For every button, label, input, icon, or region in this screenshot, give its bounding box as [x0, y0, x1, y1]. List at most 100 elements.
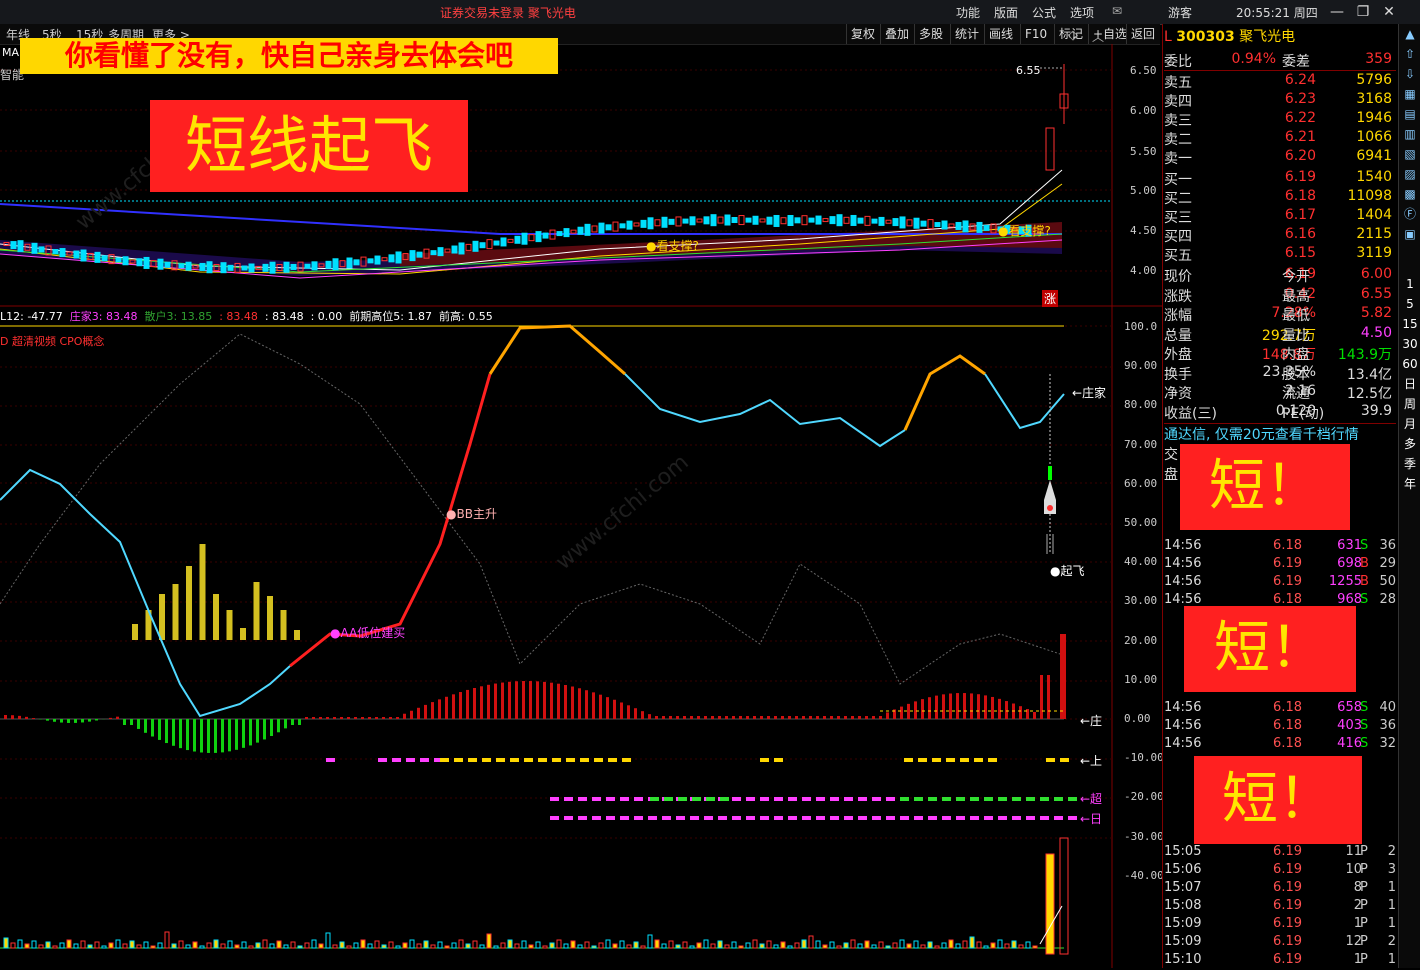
- volume-bar: [529, 945, 533, 948]
- price-tick: 6.50: [1130, 64, 1157, 77]
- btn-huaxian[interactable]: 画线: [984, 24, 1017, 44]
- period-side-item[interactable]: 日: [1399, 374, 1420, 394]
- green-bar: [242, 719, 245, 748]
- volume-bar: [620, 941, 624, 948]
- candle: [431, 251, 436, 255]
- period-side-item[interactable]: 年: [1399, 474, 1420, 494]
- volume-bar: [291, 942, 295, 948]
- green-bar: [95, 719, 98, 720]
- menu-function[interactable]: 功能: [956, 4, 980, 21]
- signal-dash: [732, 816, 741, 820]
- btn-diejia[interactable]: 叠加: [880, 24, 913, 44]
- volume-bar: [858, 944, 862, 948]
- red-bar: [718, 716, 721, 719]
- volume-bar: [298, 946, 302, 948]
- period-side-item[interactable]: 60: [1399, 354, 1420, 374]
- volume-bar: [515, 944, 519, 948]
- right-label-zhuang: ←庄: [1080, 712, 1102, 729]
- volume-bar: [963, 941, 967, 948]
- menu-formula[interactable]: 公式: [1032, 4, 1056, 21]
- red-bar: [571, 687, 574, 719]
- chevron-up-icon[interactable]: ︿: [1092, 28, 1104, 45]
- bid-row[interactable]: 买三6.171404: [1164, 207, 1396, 226]
- bid-row[interactable]: 买四6.162115: [1164, 226, 1396, 245]
- right-label-chao: ←超: [1080, 790, 1102, 807]
- bid-row[interactable]: 买五6.153119: [1164, 245, 1396, 264]
- tick-row: 15:096.1912P2: [1164, 934, 1396, 952]
- red-bar: [816, 716, 819, 719]
- mail-icon[interactable]: ✉: [1112, 4, 1122, 18]
- candle: [935, 223, 940, 227]
- ask-row[interactable]: 卖四6.233168: [1164, 91, 1396, 110]
- ask-row[interactable]: 卖一6.206941: [1164, 148, 1396, 167]
- red-bar: [837, 716, 840, 719]
- bid-row[interactable]: 买二6.1811098: [1164, 188, 1396, 207]
- promo-link[interactable]: 通达信, 仅需20元查看千档行情: [1164, 423, 1396, 444]
- candle: [32, 243, 37, 253]
- period-side-item[interactable]: 周: [1399, 394, 1420, 414]
- bid-row[interactable]: 买一6.191540: [1164, 169, 1396, 188]
- volume-bar: [1026, 942, 1030, 948]
- red-bar: [872, 716, 875, 719]
- yellow-bar: [240, 628, 246, 640]
- volume-bar: [809, 936, 813, 948]
- volume-bar: [886, 946, 890, 948]
- period-side-item[interactable]: 30: [1399, 334, 1420, 354]
- volume-bar: [74, 944, 78, 948]
- volume-bar: [627, 945, 631, 948]
- tool-icons[interactable]: ▲⇧⇩▦▤▥▧▨▩Ⓕ▣: [1399, 24, 1420, 274]
- candle: [606, 225, 611, 230]
- candle: [53, 250, 58, 254]
- red-bar: [550, 683, 553, 719]
- btn-duogu[interactable]: 多股: [914, 24, 947, 44]
- candle: [445, 249, 450, 252]
- green-bar: [186, 719, 189, 750]
- red-bar: [704, 716, 707, 719]
- green-bar: [46, 719, 49, 721]
- red-bar: [620, 702, 623, 719]
- menu-options[interactable]: 选项: [1070, 4, 1094, 21]
- restore-icon[interactable]: ❐: [1352, 2, 1374, 22]
- indicator-tick: -10.00: [1124, 751, 1164, 764]
- diamond-icon[interactable]: ◇: [1068, 28, 1078, 43]
- btn-back[interactable]: 返回: [1126, 24, 1159, 44]
- candle: [501, 238, 506, 246]
- btn-f10[interactable]: F10: [1020, 24, 1051, 44]
- candle: [102, 256, 107, 261]
- period-side-item[interactable]: 多: [1399, 434, 1420, 454]
- red-bar: [613, 700, 616, 719]
- red-bar: [984, 695, 987, 719]
- volume-bar: [193, 942, 197, 948]
- ask-row[interactable]: 卖五6.245796: [1164, 72, 1396, 91]
- period-side-item[interactable]: 15: [1399, 314, 1420, 334]
- stat-row: 总量292.7万量比4.50: [1164, 325, 1396, 344]
- signal-dash: [634, 797, 643, 801]
- signal-dash: [1054, 797, 1063, 801]
- candle: [480, 243, 485, 248]
- period-side-item[interactable]: 1: [1399, 274, 1420, 294]
- period-side-item[interactable]: 月: [1399, 414, 1420, 434]
- menu-layout[interactable]: 版面: [994, 4, 1018, 21]
- signal-dash: [620, 797, 629, 801]
- red-bar: [438, 699, 441, 719]
- volume-bar: [536, 942, 540, 948]
- ask-row[interactable]: 卖二6.211066: [1164, 129, 1396, 148]
- candle: [396, 252, 401, 263]
- close-icon[interactable]: ✕: [1378, 2, 1400, 22]
- volume-bar: [487, 934, 491, 948]
- volume-bar: [613, 944, 617, 948]
- btn-tongji[interactable]: 统计: [950, 24, 983, 44]
- volume-bar: [697, 943, 701, 948]
- minimize-icon[interactable]: —: [1326, 2, 1348, 22]
- indicator-tick: 60.00: [1124, 477, 1157, 490]
- green-bar: [144, 719, 147, 733]
- volume-bar: [382, 945, 386, 948]
- signal-dash: [608, 758, 617, 762]
- period-side-item[interactable]: 季: [1399, 454, 1420, 474]
- period-side-item[interactable]: 5: [1399, 294, 1420, 314]
- candle: [473, 241, 478, 251]
- red-bar: [1019, 706, 1022, 719]
- btn-fuquan[interactable]: 复权: [846, 24, 879, 44]
- candle: [557, 232, 562, 236]
- ask-row[interactable]: 卖三6.221946: [1164, 110, 1396, 129]
